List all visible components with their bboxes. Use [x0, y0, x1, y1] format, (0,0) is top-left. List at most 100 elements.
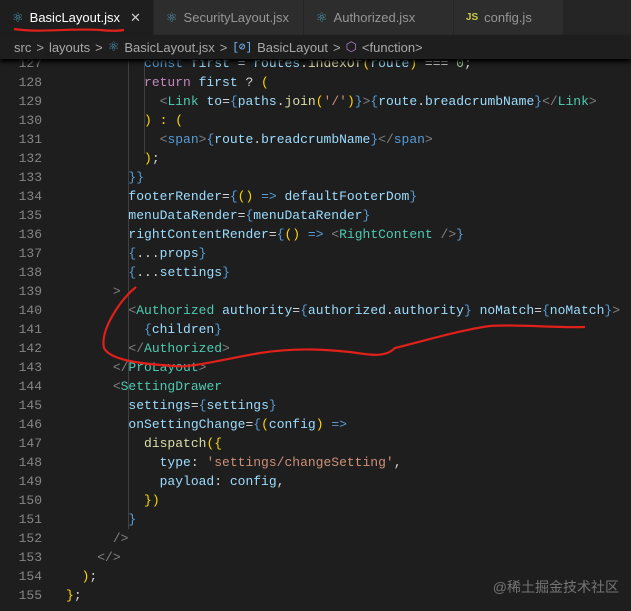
code-token: Link — [557, 94, 589, 109]
code-text: settings={settings} — [42, 396, 277, 415]
code-token: } — [222, 265, 230, 280]
code-line: 143 </ProLayout> — [0, 358, 631, 377]
code-token: ; — [89, 569, 98, 584]
code-editor[interactable]: 127 const first = routes.indexOf(route) … — [0, 54, 631, 611]
code-text: </ProLayout> — [42, 358, 207, 377]
line-number: 150 — [18, 493, 42, 508]
code-token: ) — [315, 417, 332, 432]
line-number: 153 — [18, 550, 42, 565]
code-token: defaultFooterDom — [284, 189, 410, 204]
tab-config[interactable]: JS config.js — [453, 0, 564, 35]
code-text: ); — [42, 149, 160, 168]
code-token: . — [417, 94, 426, 109]
code-token: /> — [112, 531, 129, 546]
line-number: 143 — [18, 360, 42, 375]
code-token: join — [284, 94, 316, 109]
code-token: > — [612, 303, 621, 318]
line-number: 138 — [18, 265, 42, 280]
tab-authorized[interactable]: ⚛ Authorized.jsx — [303, 0, 454, 35]
code-line: 133 }} — [0, 168, 631, 187]
code-token: = — [222, 94, 230, 109]
code-line: 137 {...props} — [0, 244, 631, 263]
code-line: 140 <Authorized authority={authorized.au… — [0, 301, 631, 320]
js-icon: JS — [465, 12, 479, 23]
line-number: 128 — [18, 75, 42, 90]
function-cube-icon: ⬡ — [345, 39, 357, 54]
code-text: }) — [42, 491, 160, 510]
code-token: footerRender — [128, 189, 223, 204]
code-token: } — [66, 588, 74, 603]
code-line: 129 <Link to={paths.join('/')}>{route.br… — [0, 92, 631, 111]
code-token: } — [409, 189, 418, 204]
code-token: settings — [206, 398, 269, 413]
tab-label: Authorized.jsx — [333, 10, 416, 25]
breadcrumb-item[interactable]: BasicLayout.jsx — [124, 40, 214, 55]
code-token: : — [214, 474, 230, 489]
code-line: 146 onSettingChange={(config) => — [0, 415, 631, 434]
code-token: < — [331, 227, 340, 242]
code-lines: 127 const first = routes.indexOf(route) … — [0, 54, 631, 605]
code-token: }) — [144, 493, 160, 508]
chevron-right-icon: > — [219, 39, 228, 55]
code-text: </Authorized> — [42, 339, 230, 358]
code-line: 148 type: 'settings/changeSetting', — [0, 453, 631, 472]
code-token: Authorized — [144, 341, 223, 356]
code-line: 142 </Authorized> — [0, 339, 631, 358]
line-number: 154 — [18, 569, 42, 584]
code-text: ) : ( — [42, 111, 183, 130]
code-line: 144 <SettingDrawer — [0, 377, 631, 396]
code-token: } — [370, 132, 379, 147]
code-token: menuDataRender — [128, 208, 238, 223]
tab-securitylayout[interactable]: ⚛ SecurityLayout.jsx — [153, 0, 304, 35]
code-text: payload: config, — [42, 472, 285, 491]
code-token: . — [385, 303, 394, 318]
breadcrumb-item[interactable]: BasicLayout — [257, 40, 328, 55]
code-token: span — [393, 132, 425, 147]
line-number: 135 — [18, 208, 42, 223]
code-token: . — [253, 132, 262, 147]
breadcrumb-item[interactable]: src — [14, 40, 31, 55]
code-token: authorized — [307, 303, 386, 318]
code-token: } — [354, 94, 363, 109]
code-line: 153 </> — [0, 548, 631, 567]
code-token: ? — [237, 75, 262, 90]
code-token: ( — [315, 94, 324, 109]
code-token: settings — [128, 398, 191, 413]
line-number: 134 — [18, 189, 42, 204]
code-token: Link — [167, 94, 207, 109]
code-token: } — [456, 227, 464, 242]
code-text: </> — [42, 548, 120, 567]
code-token: , — [393, 455, 402, 470]
code-text: return first ? ( — [42, 73, 269, 92]
code-text: /> — [42, 529, 129, 548]
code-token: > — [588, 94, 597, 109]
close-icon[interactable]: ✕ — [130, 10, 141, 26]
breadcrumb-item[interactable]: layouts — [49, 40, 90, 55]
code-text: onSettingChange={(config) => — [42, 415, 347, 434]
code-token: return — [144, 75, 199, 90]
code-text: <Link to={paths.join('/')}>{route.breadc… — [42, 92, 597, 111]
breadcrumb-item[interactable]: <function> — [362, 40, 423, 55]
code-token: => — [261, 189, 285, 204]
code-token: } — [268, 398, 277, 413]
code-token: > — [222, 341, 230, 356]
tab-basiclayout[interactable]: ⚛ BasicLayout.jsx ✕ — [0, 0, 154, 35]
code-token: = — [222, 189, 230, 204]
tab-label: config.js — [484, 10, 532, 25]
code-token: } — [198, 246, 207, 261]
code-token: => — [331, 417, 347, 432]
code-token: { — [229, 94, 238, 109]
line-number: 152 — [18, 531, 42, 546]
